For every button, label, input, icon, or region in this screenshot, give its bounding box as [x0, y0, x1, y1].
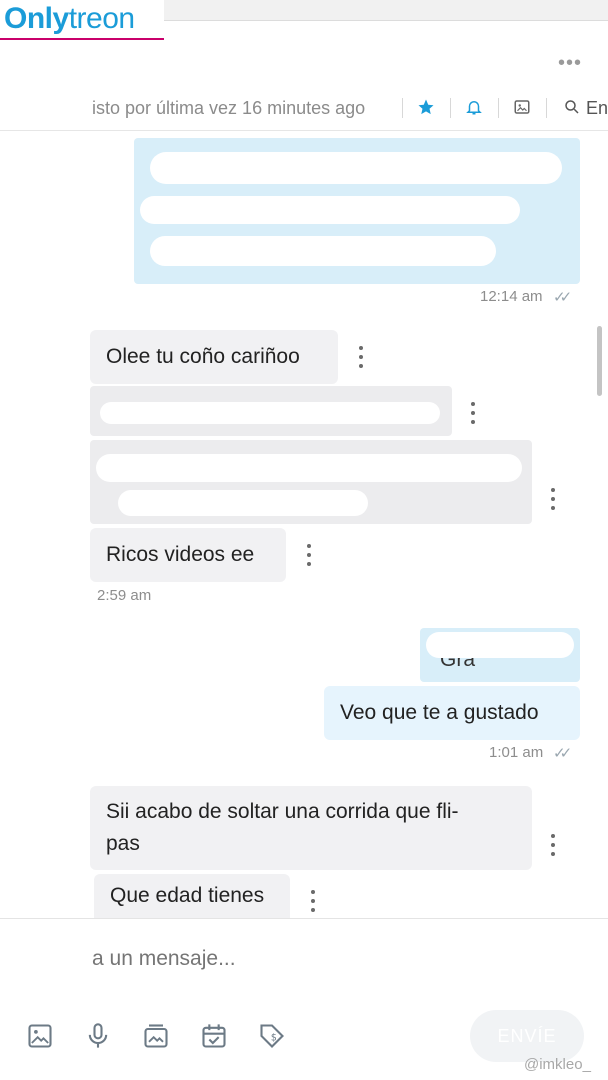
- divider: [546, 98, 547, 118]
- message-bubble-outgoing[interactable]: Gra: [420, 628, 580, 682]
- redaction: [100, 402, 440, 424]
- redaction: [150, 236, 496, 266]
- message-input[interactable]: [92, 944, 512, 974]
- message-text: Ricos videos ee: [106, 543, 255, 566]
- message-time: 1:01 am: [489, 744, 544, 761]
- message-bubble-incoming[interactable]: Olee tu coño cariñoo: [90, 330, 338, 384]
- read-receipt-icon: ✓✓: [553, 289, 572, 306]
- logo: Onlytreon: [4, 2, 135, 35]
- bell-icon[interactable]: [462, 95, 486, 119]
- more-icon[interactable]: •••: [556, 52, 584, 74]
- browser-strip: [160, 0, 608, 21]
- divider: [450, 98, 451, 118]
- message-time: 2:59 am: [97, 587, 152, 604]
- star-icon[interactable]: [414, 95, 438, 119]
- image-icon[interactable]: [24, 1020, 56, 1052]
- message-options-icon[interactable]: [466, 402, 480, 424]
- media-vault-icon[interactable]: [140, 1020, 172, 1052]
- message-bubble-outgoing[interactable]: Veo que te a gustado: [324, 686, 580, 740]
- redaction: [140, 196, 520, 224]
- redaction: [150, 152, 562, 184]
- message-options-icon[interactable]: [302, 544, 316, 566]
- message-options-icon[interactable]: [546, 488, 560, 510]
- redaction: [118, 490, 368, 516]
- scrollbar[interactable]: [597, 326, 602, 396]
- message-text: Sii acabo de soltar una corrida que fli-…: [106, 800, 459, 855]
- redaction: [426, 632, 574, 658]
- search-label[interactable]: En: [586, 98, 608, 119]
- search-icon[interactable]: [560, 95, 584, 119]
- message-bubble-incoming[interactable]: Ricos videos ee: [90, 528, 286, 582]
- logo-box: Onlytreon: [0, 0, 164, 40]
- svg-text:$: $: [271, 1033, 277, 1044]
- divider: [498, 98, 499, 118]
- last-seen-status: isto por última vez 16 minutes ago: [92, 98, 366, 118]
- message-bubble-incoming[interactable]: Sii acabo de soltar una corrida que fli-…: [90, 786, 532, 870]
- message-text: Veo que te a gustado: [340, 701, 539, 724]
- schedule-icon[interactable]: [198, 1020, 230, 1052]
- message-text: Olee tu coño cariñoo: [106, 345, 300, 368]
- composer-divider: [0, 918, 608, 919]
- message-options-icon[interactable]: [546, 834, 560, 856]
- watermark: @imkleo_: [524, 1056, 591, 1073]
- message-time: 12:14 am: [480, 288, 543, 305]
- divider: [402, 98, 403, 118]
- message-text: Que edad tienes: [110, 884, 265, 907]
- message-bubble-incoming[interactable]: Que edad tienes: [94, 874, 290, 918]
- send-button[interactable]: ENVÍE: [470, 1010, 584, 1062]
- read-receipt-icon: ✓✓: [553, 745, 572, 762]
- message-options-icon[interactable]: [354, 346, 368, 368]
- microphone-icon[interactable]: [82, 1020, 114, 1052]
- message-options-icon[interactable]: [306, 890, 320, 912]
- price-tag-icon[interactable]: $: [256, 1020, 288, 1052]
- image-icon[interactable]: [510, 95, 534, 119]
- redaction: [96, 454, 522, 482]
